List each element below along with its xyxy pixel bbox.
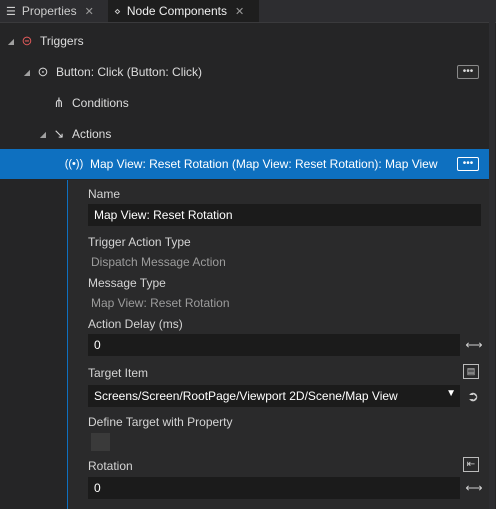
tree-item-label: Map View: Reset Rotation (Map View: Rese… [90,157,438,171]
tab-node-components-label: Node Components [126,4,227,18]
close-icon[interactable]: ✕ [85,5,94,18]
action-delay-field[interactable]: 0 [88,334,460,356]
chevron-down-icon: ▼ [446,388,456,399]
trigger-action-type-label: Trigger Action Type [88,235,191,249]
tab-properties[interactable]: ☰ Properties ✕ [0,0,106,22]
list-icon: ☰ [6,5,16,18]
collapse-arrow-icon[interactable]: ◢ [22,68,32,77]
name-label: Name [88,187,121,201]
tab-bar: ☰ Properties ✕ ⋄ Node Components ✕ [0,0,496,23]
tab-properties-label: Properties [21,4,77,18]
name-field[interactable]: Map View: Reset Rotation [88,204,481,226]
tree-item-button-click[interactable]: ◢ ⊙ Button: Click (Button: Click) ••• [0,57,496,87]
message-type-value: Map View: Reset Rotation [91,296,230,310]
picker-icon[interactable]: ▤ [463,364,479,379]
tree-item-triggers[interactable]: ◢ ⊝ Triggers [0,26,496,56]
collapse-arrow-icon[interactable]: ◢ [6,37,16,46]
target-item-value: Screens/Screen/RootPage/Viewport 2D/Scen… [94,389,398,403]
drag-adjust-icon[interactable]: ⟷ [465,481,483,495]
tree-item-label: Button: Click (Button: Click) [56,65,203,79]
button-click-icon: ⊙ [37,64,49,79]
tab-node-components[interactable]: ⋄ Node Components ✕ [108,0,259,22]
define-target-checkbox[interactable] [91,433,110,451]
trigger-action-type-value: Dispatch Message Action [91,255,226,269]
tree-item-label: Conditions [72,96,129,110]
actions-icon: ↘ [53,126,65,141]
rotation-field[interactable]: 0 [88,477,460,499]
more-options-button[interactable]: ••• [457,157,479,171]
action-delay-label: Action Delay (ms) [88,317,183,331]
target-item-label: Target Item [88,366,149,380]
target-item-dropdown[interactable]: Screens/Screen/RootPage/Viewport 2D/Scen… [88,385,460,407]
tree-item-conditions[interactable]: ⋔ Conditions [0,88,496,118]
navigate-to-icon[interactable]: ➲ [464,388,482,405]
drag-adjust-icon[interactable]: ⟷ [465,338,483,352]
trigger-icon: ⊝ [21,33,33,48]
rotation-label: Rotation [88,459,133,473]
broadcast-icon: ((•)) [64,158,84,170]
conditions-icon: ⋔ [53,95,65,110]
tree-item-actions[interactable]: ◢ ↘ Actions [0,119,496,149]
message-type-label: Message Type [88,276,166,290]
more-options-button[interactable]: ••• [457,65,479,79]
define-target-label: Define Target with Property [88,415,233,429]
close-icon[interactable]: ✕ [235,5,244,18]
tree-item-label: Actions [72,127,112,141]
tree-item-label: Triggers [40,34,84,48]
collapse-arrow-icon[interactable]: ◢ [38,130,48,139]
components-icon: ⋄ [114,5,121,18]
tree-item-map-view-reset-rotation[interactable]: ((•)) Map View: Reset Rotation (Map View… [0,149,489,179]
bind-property-icon[interactable]: ⇤ [463,457,479,472]
scrollbar[interactable] [489,22,495,509]
